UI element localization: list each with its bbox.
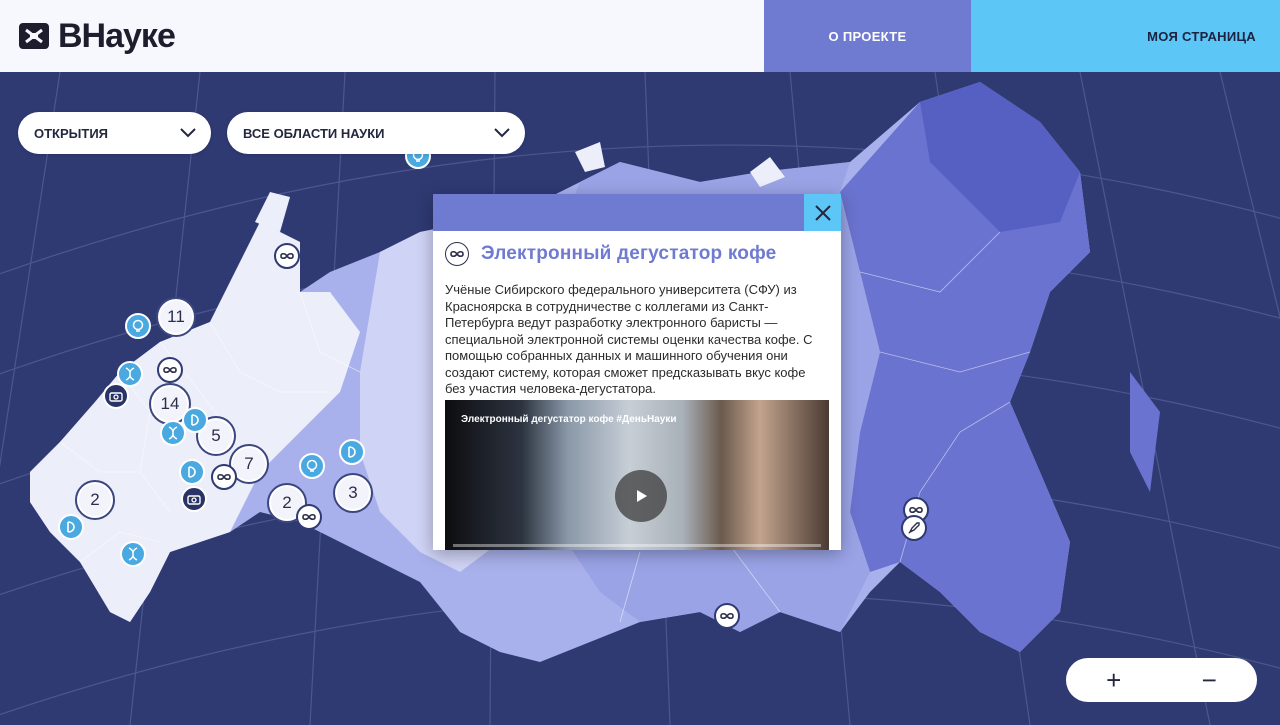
close-button[interactable] [804, 194, 841, 231]
play-icon [637, 490, 647, 502]
infinity-icon [163, 366, 177, 374]
bulb-pin[interactable] [125, 313, 151, 339]
infinity-pin[interactable] [274, 243, 300, 269]
d-logo-icon [188, 466, 196, 478]
nav-about-project[interactable]: О ПРОЕКТЕ [764, 0, 971, 72]
infinity-icon [445, 242, 469, 266]
logo[interactable]: ВНауке [0, 0, 764, 72]
infinity-icon [280, 252, 294, 260]
lightbulb-icon [306, 459, 318, 472]
lightbulb-icon [132, 319, 144, 332]
infinity-icon [217, 473, 231, 481]
dna-icon [125, 367, 135, 381]
header: ВНауке О ПРОЕКТЕ МОЯ СТРАНИЦА [0, 0, 1280, 72]
infinity-pin[interactable] [714, 603, 740, 629]
cluster-marker[interactable]: 11 [156, 297, 196, 337]
camera-icon [109, 392, 123, 402]
rocket-pin[interactable] [901, 515, 927, 541]
cluster-marker[interactable]: 3 [333, 473, 373, 513]
rocket-icon [908, 522, 920, 534]
infinity-pin[interactable] [296, 504, 322, 530]
camera-icon [187, 495, 201, 505]
infinity-pin[interactable] [157, 357, 183, 383]
filter-area-select[interactable]: ВСЕ ОБЛАСТИ НАУКИ [227, 112, 525, 154]
logo-icon [19, 23, 49, 49]
video-title: Электронный дегустатор кофе #ДеньНауки [461, 414, 677, 425]
cluster-marker[interactable]: 2 [75, 480, 115, 520]
close-icon [814, 204, 831, 221]
zoom-control: + − [1066, 658, 1257, 702]
d-logo-icon [67, 521, 75, 533]
d-logo-icon [191, 414, 199, 426]
video-progress-bar[interactable] [453, 544, 821, 547]
video-player[interactable]: Электронный дегустатор кофе #ДеньНауки [445, 400, 829, 550]
d-pin[interactable] [339, 439, 365, 465]
discovery-popup: Электронный дегустатор кофе Учёные Сибир… [433, 194, 841, 550]
chevron-down-icon [180, 128, 196, 138]
d-pin[interactable] [179, 459, 205, 485]
infinity-icon [720, 612, 734, 620]
camera-pin[interactable] [103, 383, 129, 409]
bulb-pin[interactable] [299, 453, 325, 479]
d-pin[interactable] [182, 407, 208, 433]
dna-icon [168, 426, 178, 440]
popup-title: Электронный дегустатор кофе [481, 243, 777, 264]
dna-pin[interactable] [120, 541, 146, 567]
d-pin[interactable] [58, 514, 84, 540]
nav-my-page[interactable]: МОЯ СТРАНИЦА [971, 0, 1280, 72]
d-logo-icon [348, 446, 356, 458]
popup-description: Учёные Сибирского федерального университ… [445, 282, 813, 396]
infinity-icon [302, 513, 316, 521]
logo-text: ВНауке [58, 16, 176, 55]
play-button[interactable] [615, 470, 667, 522]
popup-title-row: Электронный дегустатор кофе [433, 231, 841, 266]
infinity-pin[interactable] [211, 464, 237, 490]
filter-area-value: ВСЕ ОБЛАСТИ НАУКИ [243, 125, 385, 141]
zoom-in-button[interactable]: + [1084, 658, 1144, 702]
filter-type-value: ОТКРЫТИЯ [34, 125, 109, 141]
zoom-out-button[interactable]: − [1179, 658, 1239, 702]
chevron-down-icon [494, 128, 510, 138]
filter-type-select[interactable]: ОТКРЫТИЯ [18, 112, 211, 154]
dna-pin[interactable] [160, 420, 186, 446]
camera-pin[interactable] [181, 486, 207, 512]
popup-header-bar [433, 194, 841, 231]
dna-icon [128, 547, 138, 561]
